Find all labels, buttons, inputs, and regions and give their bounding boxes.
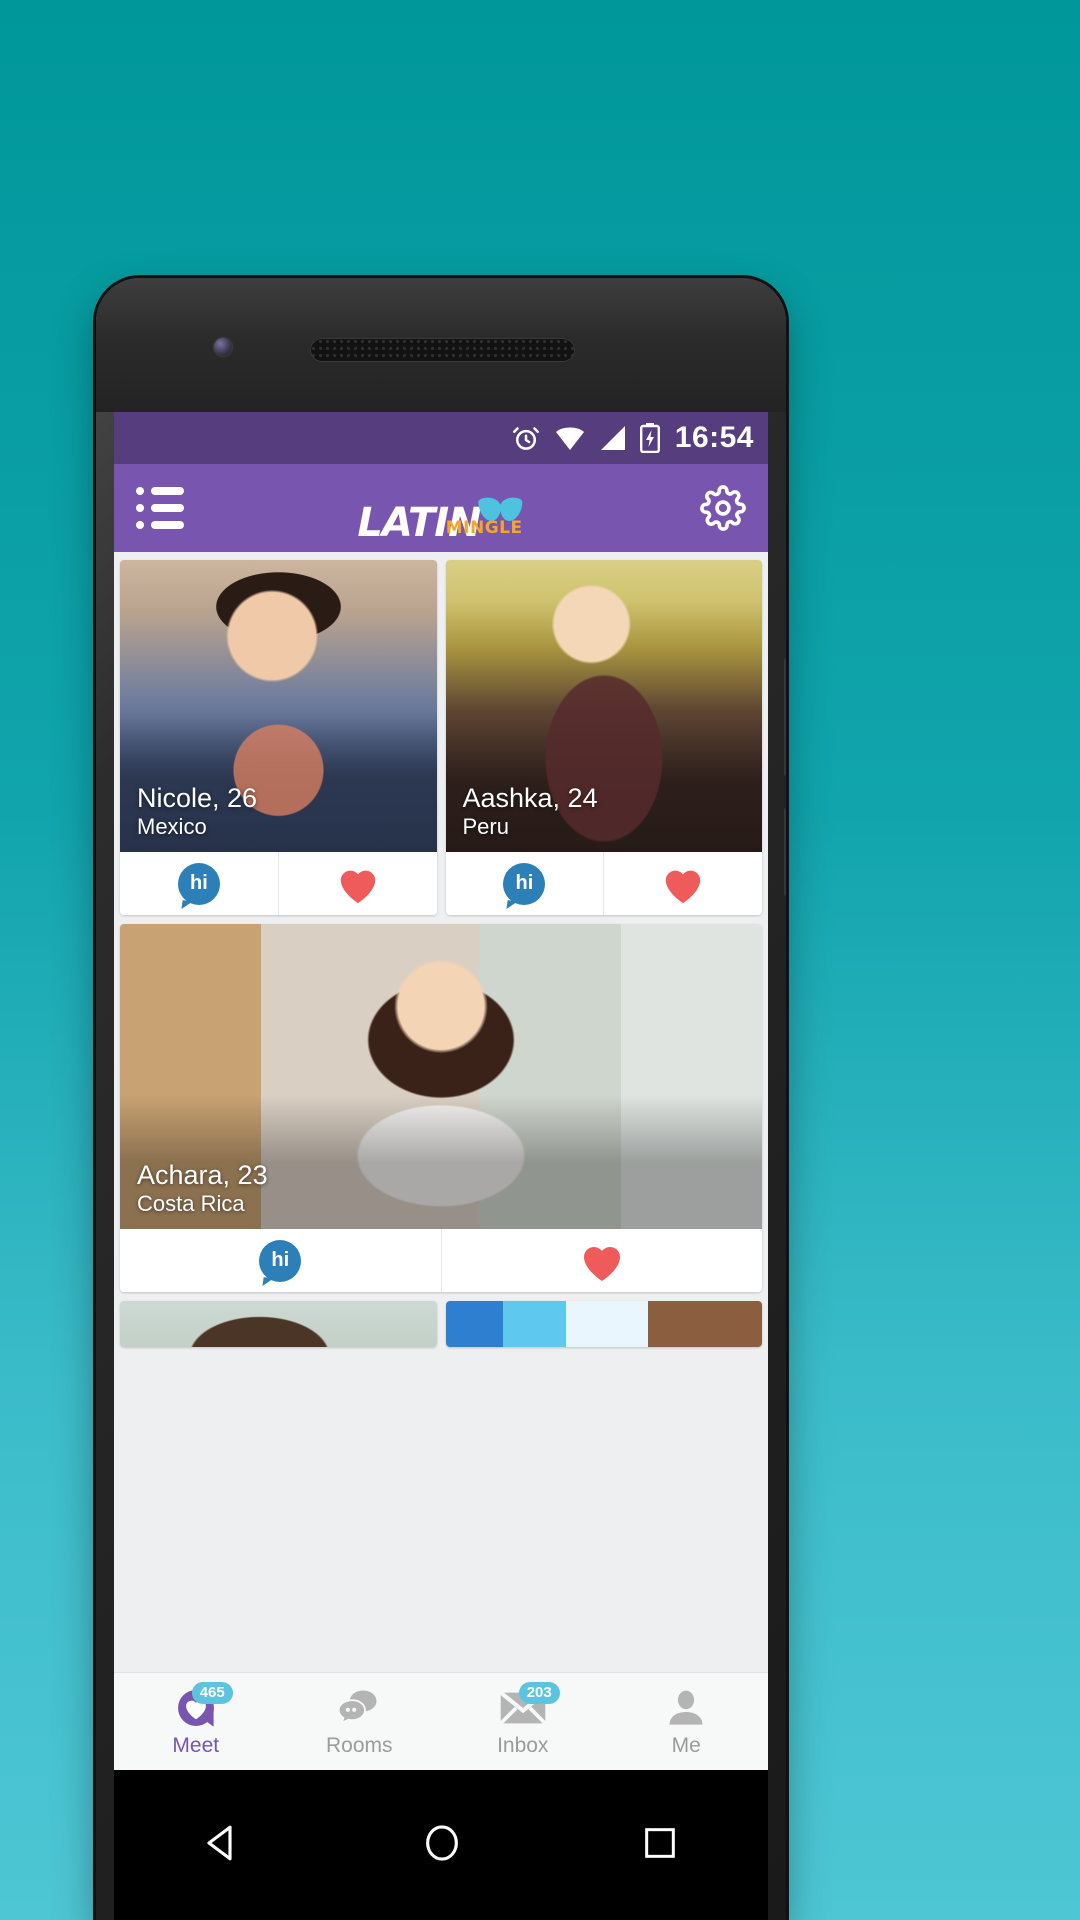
like-button[interactable] [440,1229,763,1292]
say-hi-button[interactable]: hi [446,852,604,915]
card-actions: hi [120,1229,762,1292]
wifi-icon [554,424,586,452]
nav-item-me[interactable]: Me [605,1673,769,1770]
hi-bubble-icon: hi [503,862,546,905]
profile-photo[interactable]: Nicole, 26 Mexico [120,560,437,852]
nav-item-meet[interactable]: 465 Meet [114,1673,278,1770]
heart-icon [340,870,375,903]
alarm-icon [511,423,541,453]
heart-icon [665,870,701,903]
android-navigation-bar [114,1770,768,1920]
earpiece-speaker [310,338,575,362]
front-camera-icon [214,338,232,356]
home-circle-icon[interactable] [421,1822,463,1869]
profile-feed[interactable]: Nicole, 26 Mexico hi Aashka, 24 Peru hi … [114,552,768,1672]
card-actions: hi [445,852,762,915]
chat-bubbles-icon [337,1690,377,1725]
heart-icon [583,1246,620,1281]
status-bar-clock: 16:54 [674,421,754,454]
profile-photo[interactable] [445,1301,762,1347]
back-triangle-icon[interactable] [202,1822,244,1869]
volume-button[interactable] [784,658,786,776]
profile-card[interactable]: Nicole, 26 Mexico hi [120,560,437,915]
nav-label: Inbox [497,1733,549,1757]
profile-card[interactable] [445,1301,762,1347]
profile-name: Aashka, 24 [462,783,598,814]
bottom-navigation: 465 Meet Rooms 203 Inbox Me [114,1672,768,1770]
hi-bubble-icon: hi [177,862,220,905]
logo-secondary-text: MINGLE [445,518,523,538]
profile-photo[interactable]: Aashka, 24 Peru [445,560,762,852]
hi-bubble-icon: hi [259,1239,302,1282]
phone-screen: 16:54 LATIN MINGLE Nicole, 26 Mexico hi … [114,412,768,1770]
profile-photo[interactable]: Achara, 23 Costa Rica [120,924,762,1229]
profile-caption: Nicole, 26 Mexico [137,783,257,840]
battery-charging-icon [639,423,660,453]
phone-device: 16:54 LATIN MINGLE Nicole, 26 Mexico hi … [96,278,786,1920]
profile-location: Costa Rica [137,1190,245,1216]
nav-item-inbox[interactable]: 203 Inbox [441,1673,605,1770]
profile-caption: Achara, 23 Costa Rica [137,1160,268,1217]
say-hi-button[interactable]: hi [120,852,278,915]
person-icon [669,1690,703,1725]
status-bar: 16:54 [114,412,768,464]
profile-photo[interactable] [120,1301,437,1347]
gear-icon[interactable] [700,485,746,531]
profile-card[interactable]: Achara, 23 Costa Rica hi [120,924,762,1292]
profile-location: Peru [462,813,509,839]
like-button[interactable] [277,852,437,915]
phone-top-bezel [96,278,786,412]
recents-square-icon[interactable] [640,1823,680,1868]
cellular-signal-icon [599,425,627,451]
profile-caption: Aashka, 24 Peru [463,783,598,840]
feed-row: Nicole, 26 Mexico hi Aashka, 24 Peru hi [120,560,762,915]
app-logo: LATIN MINGLE [357,496,524,543]
profile-card[interactable] [120,1301,437,1347]
badge-count: 465 [191,1681,233,1705]
profile-name: Nicole, 26 [137,783,258,814]
nav-label: Me [671,1733,701,1757]
card-actions: hi [120,852,437,915]
nav-label: Meet [172,1733,220,1757]
nav-label: Rooms [325,1733,393,1757]
say-hi-button[interactable]: hi [120,1229,441,1292]
feed-row [120,1301,762,1347]
profile-name: Achara, 23 [137,1160,268,1191]
like-button[interactable] [603,852,762,915]
badge-count: 203 [518,1681,560,1705]
power-button[interactable] [784,808,786,896]
profile-card[interactable]: Aashka, 24 Peru hi [445,560,762,915]
profile-location: Mexico [137,813,207,839]
hamburger-list-icon[interactable] [136,484,184,532]
feed-row: Achara, 23 Costa Rica hi [120,924,762,1292]
nav-item-rooms[interactable]: Rooms [278,1673,442,1770]
app-bar: LATIN MINGLE [114,464,768,552]
